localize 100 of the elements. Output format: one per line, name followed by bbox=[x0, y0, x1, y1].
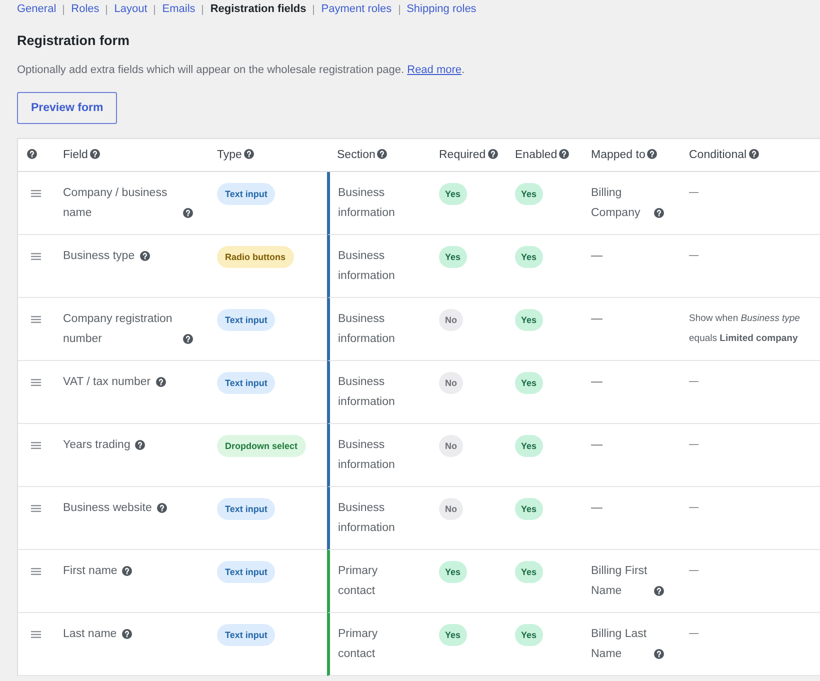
section-cell: Primary contact bbox=[327, 550, 429, 613]
help-icon[interactable] bbox=[647, 149, 658, 159]
enabled-badge: Yes bbox=[515, 372, 543, 394]
help-icon[interactable] bbox=[377, 149, 388, 159]
mapped-field: — bbox=[591, 372, 602, 392]
mapped-field: — bbox=[591, 246, 602, 266]
condition-text: — bbox=[689, 249, 700, 263]
enabled-badge: Yes bbox=[515, 498, 543, 520]
enabled-badge: Yes bbox=[515, 561, 543, 583]
help-icon[interactable] bbox=[140, 251, 150, 261]
required-badge: Yes bbox=[439, 624, 467, 646]
drag-handle-icon[interactable] bbox=[31, 316, 41, 323]
type-badge: Text input bbox=[217, 183, 276, 205]
mapped-field: Billing First Name bbox=[591, 561, 651, 601]
help-icon[interactable] bbox=[135, 440, 146, 450]
drag-handle-icon[interactable] bbox=[31, 253, 41, 260]
enabled-badge: Yes bbox=[515, 183, 543, 205]
required-badge: Yes bbox=[439, 246, 467, 268]
column-header: Type bbox=[217, 149, 242, 161]
type-badge: Text input bbox=[217, 498, 276, 520]
section-cell: Primary contact bbox=[327, 613, 429, 676]
help-icon[interactable] bbox=[122, 566, 132, 576]
help-icon[interactable] bbox=[27, 149, 37, 159]
settings-tab[interactable]: Layout bbox=[114, 2, 148, 17]
mapped-field: — bbox=[591, 309, 602, 329]
settings-tab[interactable]: Registration fields bbox=[210, 2, 306, 17]
column-header: Enabled bbox=[515, 149, 558, 161]
column-header: Mapped to bbox=[591, 149, 646, 161]
help-icon[interactable] bbox=[654, 208, 664, 218]
description-text: Optionally add extra fields which will appear on the wholesale registration page. Read more. bbox=[17, 63, 466, 78]
section-cell: Business information bbox=[327, 298, 429, 361]
help-icon[interactable] bbox=[244, 149, 254, 159]
required-badge: Yes bbox=[439, 561, 467, 583]
field-name: Company / business name bbox=[63, 186, 168, 221]
field-name: First name bbox=[63, 564, 118, 579]
mapped-field: — bbox=[591, 435, 602, 455]
condition-text: Show when Business type equals Limited company bbox=[689, 312, 801, 346]
required-badge: No bbox=[439, 309, 463, 331]
section-cell: Business information bbox=[327, 424, 429, 487]
condition-text: — bbox=[689, 375, 700, 389]
help-icon[interactable] bbox=[488, 149, 498, 159]
section-cell: Business information bbox=[327, 235, 429, 298]
help-icon[interactable] bbox=[654, 649, 664, 659]
field-name: VAT / tax number bbox=[63, 375, 151, 390]
section-cell: Business information bbox=[327, 172, 429, 235]
type-badge: Text input bbox=[217, 372, 276, 394]
help-icon[interactable] bbox=[156, 377, 166, 387]
help-icon[interactable] bbox=[654, 586, 664, 596]
condition-text: — bbox=[689, 501, 700, 515]
mapped-field: Billing Last Name bbox=[591, 624, 651, 664]
settings-tab[interactable]: Roles bbox=[71, 2, 100, 17]
type-badge: Text input bbox=[217, 561, 276, 583]
enabled-badge: Yes bbox=[515, 624, 543, 646]
column-header: Conditional bbox=[689, 149, 747, 161]
condition-text: — bbox=[689, 186, 700, 200]
drag-handle-icon[interactable] bbox=[31, 505, 41, 512]
field-name: Years trading bbox=[63, 438, 130, 453]
mapped-field: — bbox=[591, 498, 602, 518]
settings-tab[interactable]: Shipping roles bbox=[406, 2, 476, 17]
section-cell: Business information bbox=[327, 487, 429, 550]
field-name: Business website bbox=[63, 501, 152, 516]
field-name: Business type bbox=[63, 249, 135, 264]
help-icon[interactable] bbox=[748, 149, 759, 159]
mapped-field: Billing Company bbox=[591, 183, 651, 223]
drag-handle-icon[interactable] bbox=[31, 631, 41, 638]
condition-text: — bbox=[689, 627, 700, 641]
type-badge: Text input bbox=[217, 624, 276, 646]
field-name: Company registration number bbox=[63, 312, 174, 347]
settings-tab[interactable]: General bbox=[17, 2, 56, 17]
required-badge: Yes bbox=[439, 183, 467, 205]
preview-form-button[interactable]: Preview form bbox=[17, 92, 118, 124]
drag-handle-icon[interactable] bbox=[31, 379, 41, 386]
drag-handle-icon[interactable] bbox=[31, 190, 41, 197]
required-badge: No bbox=[439, 435, 463, 457]
help-icon[interactable] bbox=[183, 334, 193, 344]
required-badge: No bbox=[439, 372, 463, 394]
column-header: Field bbox=[63, 149, 88, 161]
section-cell: Business information bbox=[327, 361, 429, 424]
settings-tab[interactable]: Emails bbox=[162, 2, 196, 17]
condition-text: — bbox=[689, 438, 700, 452]
help-icon[interactable] bbox=[559, 149, 570, 159]
help-icon[interactable] bbox=[156, 503, 167, 513]
drag-handle-icon[interactable] bbox=[31, 568, 41, 575]
type-badge: Dropdown select bbox=[217, 435, 306, 457]
help-icon[interactable] bbox=[122, 629, 132, 639]
required-badge: No bbox=[439, 498, 463, 520]
type-badge: Radio buttons bbox=[217, 246, 294, 268]
enabled-badge: Yes bbox=[515, 246, 543, 268]
help-icon[interactable] bbox=[90, 149, 100, 159]
section-heading: Registration form bbox=[17, 32, 131, 50]
enabled-badge: Yes bbox=[515, 435, 543, 457]
help-icon[interactable] bbox=[183, 208, 193, 218]
settings-tab[interactable]: Payment roles bbox=[321, 2, 392, 17]
column-header: Section bbox=[337, 149, 376, 161]
condition-text: — bbox=[689, 564, 700, 578]
read-more-link[interactable]: Read more bbox=[407, 64, 462, 76]
enabled-badge: Yes bbox=[515, 309, 543, 331]
drag-handle-icon[interactable] bbox=[31, 442, 41, 449]
type-badge: Text input bbox=[217, 309, 276, 331]
field-name: Last name bbox=[63, 627, 117, 642]
